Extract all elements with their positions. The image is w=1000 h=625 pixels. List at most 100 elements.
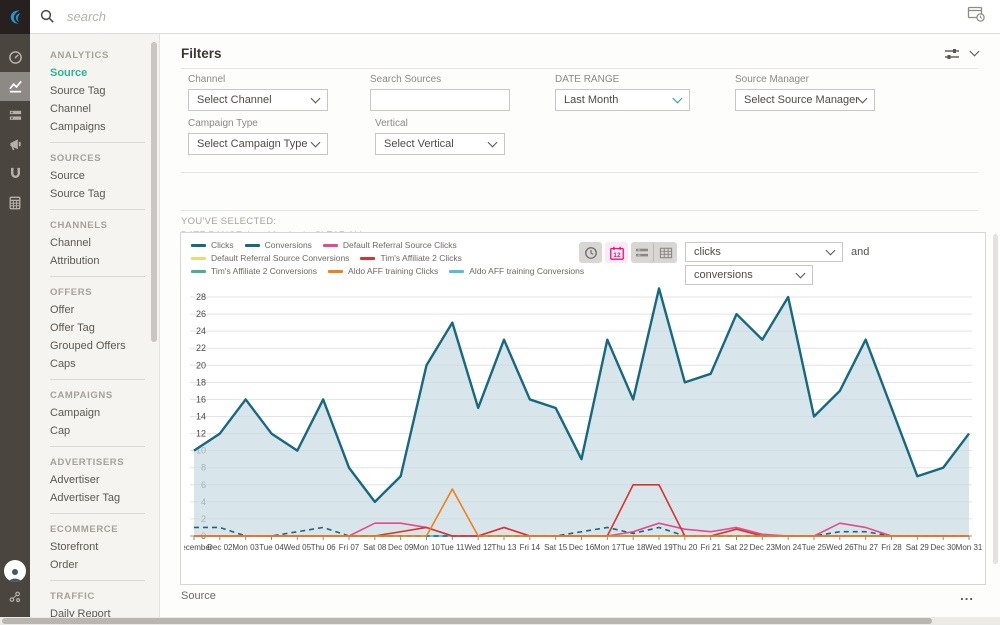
date-range-select[interactable]: Last Month [555,89,690,111]
y-axis-label: 18 [196,377,206,387]
network-share-icon[interactable] [8,590,22,609]
sidebar-item-order[interactable]: Order [30,556,159,574]
horizontal-scrollbar-thumb[interactable] [2,618,932,624]
magnet-icon[interactable] [0,159,30,188]
filter-settings-icon[interactable] [943,47,961,61]
sidebar-item-source[interactable]: Source [30,64,159,82]
app-logo[interactable] [0,0,30,34]
rows-icon [635,247,649,259]
sidebar-section-title: CHANNELS [30,214,159,234]
x-axis-label: Dec 09 [388,543,414,552]
y-axis-label: 28 [196,292,206,302]
sidebar-item-grouped-offers[interactable]: Grouped Offers [30,337,159,355]
sidebar-item-caps[interactable]: Caps [30,355,159,373]
x-axis-label: Thu 20 [672,543,697,552]
legend-swatch [191,244,206,247]
y-axis-label: 24 [196,326,206,336]
sidebar-item-source-tag[interactable]: Source Tag [30,82,159,100]
selected-heading: YOU'VE SELECTED: [181,216,365,227]
x-axis-label: Fri 14 [520,543,541,552]
x-axis-label: Dec 23 [750,543,776,552]
hourly-view-button[interactable] [579,242,602,263]
x-axis-label: Tue 11 [440,543,465,552]
sidebar-item-advertiser-tag[interactable]: Advertiser Tag [30,489,159,507]
clicks-area-fill [194,288,969,536]
x-axis-label: Mon 10 [413,543,440,552]
sidebar-item-campaigns[interactable]: Campaigns [30,118,159,136]
offers-list-icon[interactable] [0,101,30,130]
legend-item-7[interactable]: Aldo AFF training Conversions [449,266,584,276]
x-axis-label: Fri 28 [881,543,902,552]
legend-item-4[interactable]: Tim's Affiliate 2 Clicks [360,253,461,263]
sidebar-section-title: SOURCES [30,147,159,167]
sidebar-item-channel[interactable]: Channel [30,100,159,118]
legend-label: Clicks [211,240,234,250]
channel-select[interactable]: Select Channel [188,89,328,111]
y-axis-label: 20 [196,360,206,370]
table-view-button[interactable] [654,242,677,263]
legend-item-0[interactable]: Clicks [191,240,234,250]
metric-1-select[interactable]: clicks [685,242,843,262]
user-avatar[interactable] [4,560,26,582]
x-axis-label: Sat 15 [544,543,568,552]
svg-text:12: 12 [613,252,621,259]
sidebar-item-cap[interactable]: Cap [30,422,159,440]
y-axis-label: 14 [196,412,206,422]
table-menu-ellipsis[interactable]: ... [960,592,974,600]
legend-item-6[interactable]: Aldo AFF training Clicks [328,266,438,276]
x-axis-label: Mon 03 [232,543,259,552]
sidebar-item-source[interactable]: Source [30,167,159,185]
x-axis-label: Mon 31 [956,543,982,552]
sidebar-scrollbar[interactable] [151,42,157,342]
y-axis-label: 22 [196,343,206,353]
x-axis-label: Dec 30 [930,543,956,552]
x-axis-label: Tue 04 [259,543,284,552]
search-sources-input[interactable] [370,89,510,111]
vertical-select[interactable]: Select Vertical [375,133,505,155]
sidebar-item-source-tag[interactable]: Source Tag [30,185,159,203]
legend-swatch [191,270,206,273]
calculator-icon[interactable] [0,188,30,217]
main-scrollbar[interactable] [993,234,998,564]
sidebar-item-daily-report[interactable]: Daily Report [30,605,159,617]
collapse-filters-chevron-icon[interactable] [970,47,980,57]
sidebar-section-title: ADVERTISERS [30,451,159,471]
megaphone-icon[interactable] [0,130,30,159]
rows-view-button[interactable] [631,242,654,263]
legend-item-1[interactable]: Conversions [245,240,312,250]
x-axis-label: Tue 25 [802,543,827,552]
legend-label: Tim's Affiliate 2 Conversions [211,266,317,276]
window-clock-glyph [967,6,986,23]
campaign-type-select[interactable]: Select Campaign Type [188,133,328,155]
x-axis-label: Mon 24 [775,543,802,552]
metric-2-select[interactable]: conversions [685,265,813,285]
recent-window-icon[interactable] [967,6,986,28]
legend-swatch [449,270,464,273]
analytics-chart-icon[interactable] [0,72,30,101]
y-axis-label: 26 [196,309,206,319]
sidebar-item-offer[interactable]: Offer [30,301,159,319]
legend-item-2[interactable]: Default Referral Source Clicks [323,240,457,250]
filter-source-manager: Source Manager Select Source Manager [735,74,875,111]
sidebar-section-title: TRAFFIC [30,585,159,605]
dashboard-gauge-icon[interactable] [0,43,30,72]
sidebar-item-offer-tag[interactable]: Offer Tag [30,319,159,337]
source-manager-select[interactable]: Select Source Manager [735,89,875,111]
search-input[interactable]: search [67,9,106,24]
sidebar-item-channel[interactable]: Channel [30,234,159,252]
table-section-title: Source [181,590,216,602]
global-search[interactable]: search [30,9,967,24]
logo-icon [6,8,24,26]
x-axis-label: Mon 17 [594,543,621,552]
daily-view-button[interactable]: 12 [605,242,628,263]
sidebar-item-campaign[interactable]: Campaign [30,404,159,422]
sidebar-item-attribution[interactable]: Attribution [30,252,159,270]
sidebar-divider [50,142,145,143]
sidebar-item-advertiser[interactable]: Advertiser [30,471,159,489]
legend-item-3[interactable]: Default Referral Source Conversions [191,253,349,263]
legend-item-5[interactable]: Tim's Affiliate 2 Conversions [191,266,317,276]
filter-vertical: Vertical Select Vertical [375,118,505,155]
y-axis-label: 16 [196,394,206,404]
y-axis-label: 12 [196,429,206,439]
sidebar-item-storefront[interactable]: Storefront [30,538,159,556]
